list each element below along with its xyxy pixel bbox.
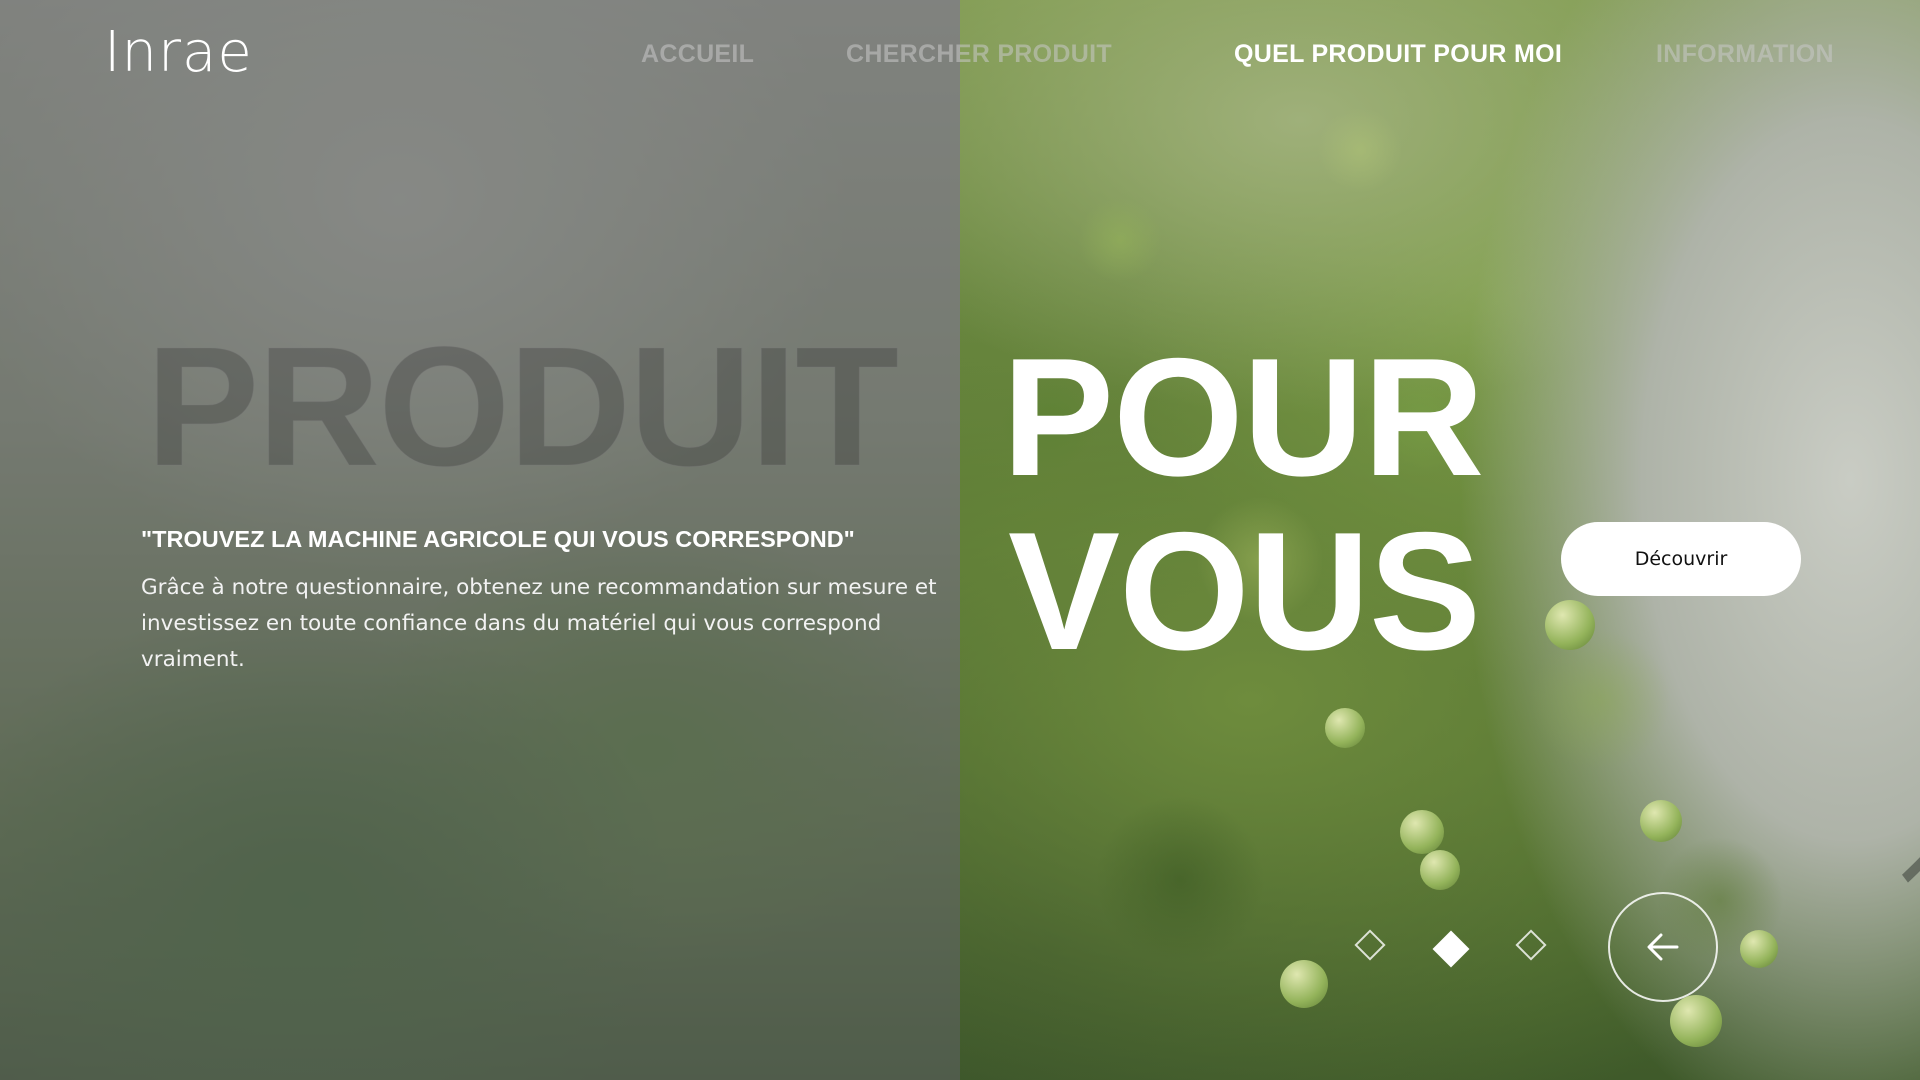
previous-slide-button[interactable]	[1608, 892, 1718, 1002]
hero-word-pour: POUR	[1002, 323, 1484, 511]
hero-description: Grâce à notre questionnaire, obtenez une…	[141, 575, 937, 672]
nav-item-chercher-produit[interactable]: CHERCHER PRODUIT	[846, 40, 1112, 69]
nav-item-accueil[interactable]: ACCUEIL	[641, 40, 754, 69]
hero-word-produit: PRODUIT	[146, 312, 900, 502]
hero-word-vous: VOUS	[1008, 497, 1481, 685]
decouvrir-button[interactable]: Découvrir	[1561, 522, 1801, 596]
nav-item-information[interactable]: INFORMATION	[1656, 40, 1834, 69]
hero-quote: "TROUVEZ LA MACHINE AGRICOLE QUI VOUS CO…	[141, 526, 855, 552]
nav-item-quel-produit-pour-moi[interactable]: QUEL PRODUIT POUR MOI	[1234, 40, 1562, 69]
arrow-left-icon	[1647, 933, 1679, 961]
main-nav: ACCUEIL CHERCHER PRODUIT QUEL PRODUIT PO…	[0, 40, 1920, 70]
